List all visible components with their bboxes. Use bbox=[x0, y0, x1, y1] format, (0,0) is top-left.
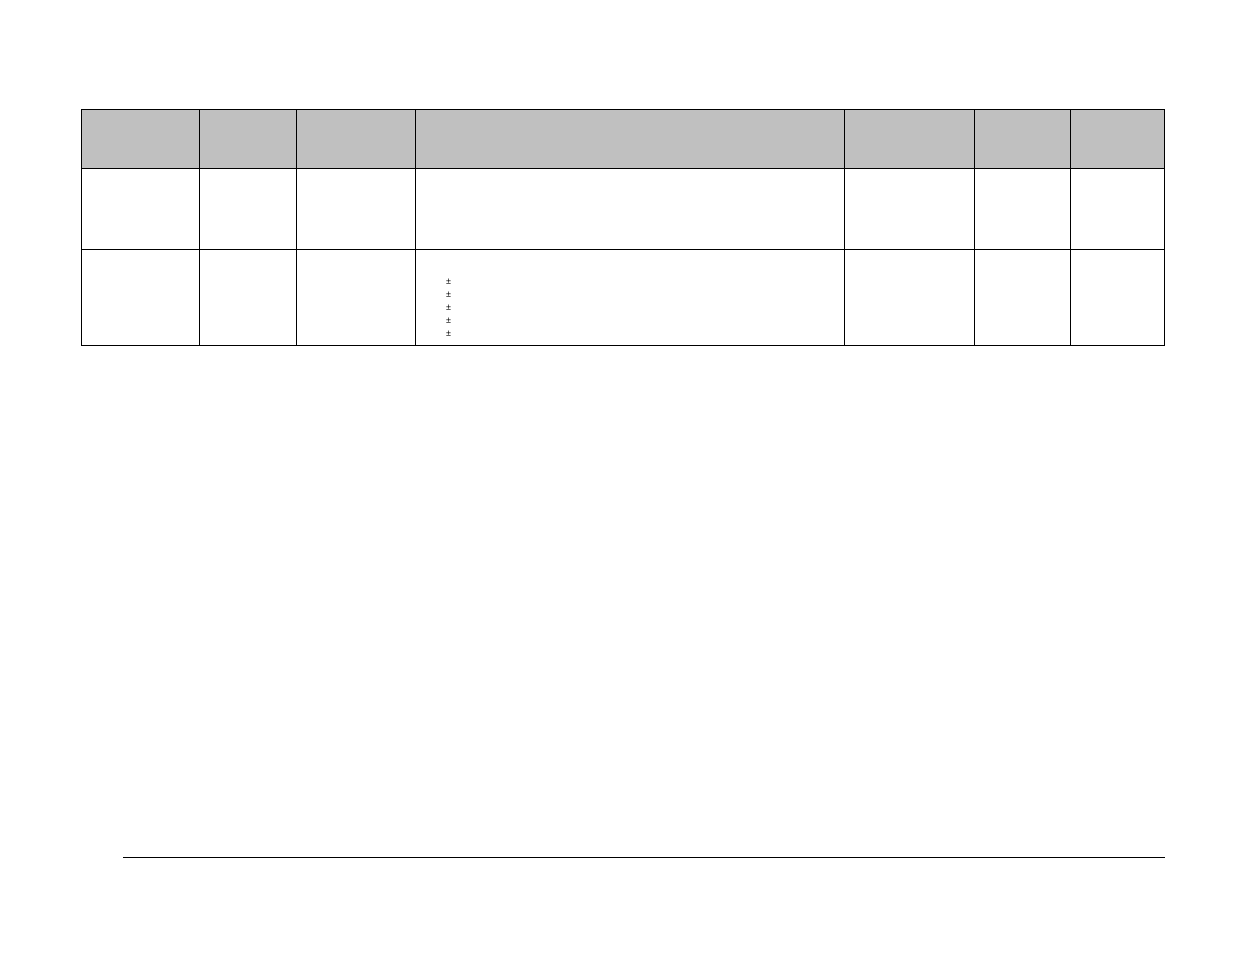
table-cell bbox=[975, 250, 1071, 346]
plus-minus-icon: ± bbox=[446, 327, 451, 340]
table-header-cell bbox=[1071, 110, 1165, 169]
table-header-row bbox=[82, 110, 1165, 169]
table-cell bbox=[1071, 250, 1165, 346]
table-header-cell bbox=[82, 110, 200, 169]
table-cell bbox=[82, 169, 200, 250]
table-cell bbox=[82, 250, 200, 346]
table-cell bbox=[297, 250, 416, 346]
plus-minus-icon: ± bbox=[446, 288, 451, 301]
table-cell bbox=[297, 169, 416, 250]
table-cell bbox=[416, 169, 845, 250]
table-cell bbox=[975, 169, 1071, 250]
table-row bbox=[82, 169, 1165, 250]
page: ± ± ± ± ± bbox=[0, 0, 1235, 954]
table-cell bbox=[1071, 169, 1165, 250]
table-cell bbox=[845, 169, 975, 250]
plus-minus-list: ± ± ± ± ± bbox=[446, 275, 451, 340]
plus-minus-icon: ± bbox=[446, 314, 451, 327]
table-row bbox=[82, 250, 1165, 346]
table-cell bbox=[200, 169, 297, 250]
table-header-cell bbox=[297, 110, 416, 169]
table-header-cell bbox=[200, 110, 297, 169]
table-cell bbox=[416, 250, 845, 346]
table-header-cell bbox=[975, 110, 1071, 169]
table-cell bbox=[845, 250, 975, 346]
table-header-cell bbox=[845, 110, 975, 169]
plus-minus-icon: ± bbox=[446, 301, 451, 314]
table-cell bbox=[200, 250, 297, 346]
plus-minus-icon: ± bbox=[446, 275, 451, 288]
data-table bbox=[81, 109, 1165, 346]
table-header-cell bbox=[416, 110, 845, 169]
footer-separator bbox=[123, 857, 1165, 858]
